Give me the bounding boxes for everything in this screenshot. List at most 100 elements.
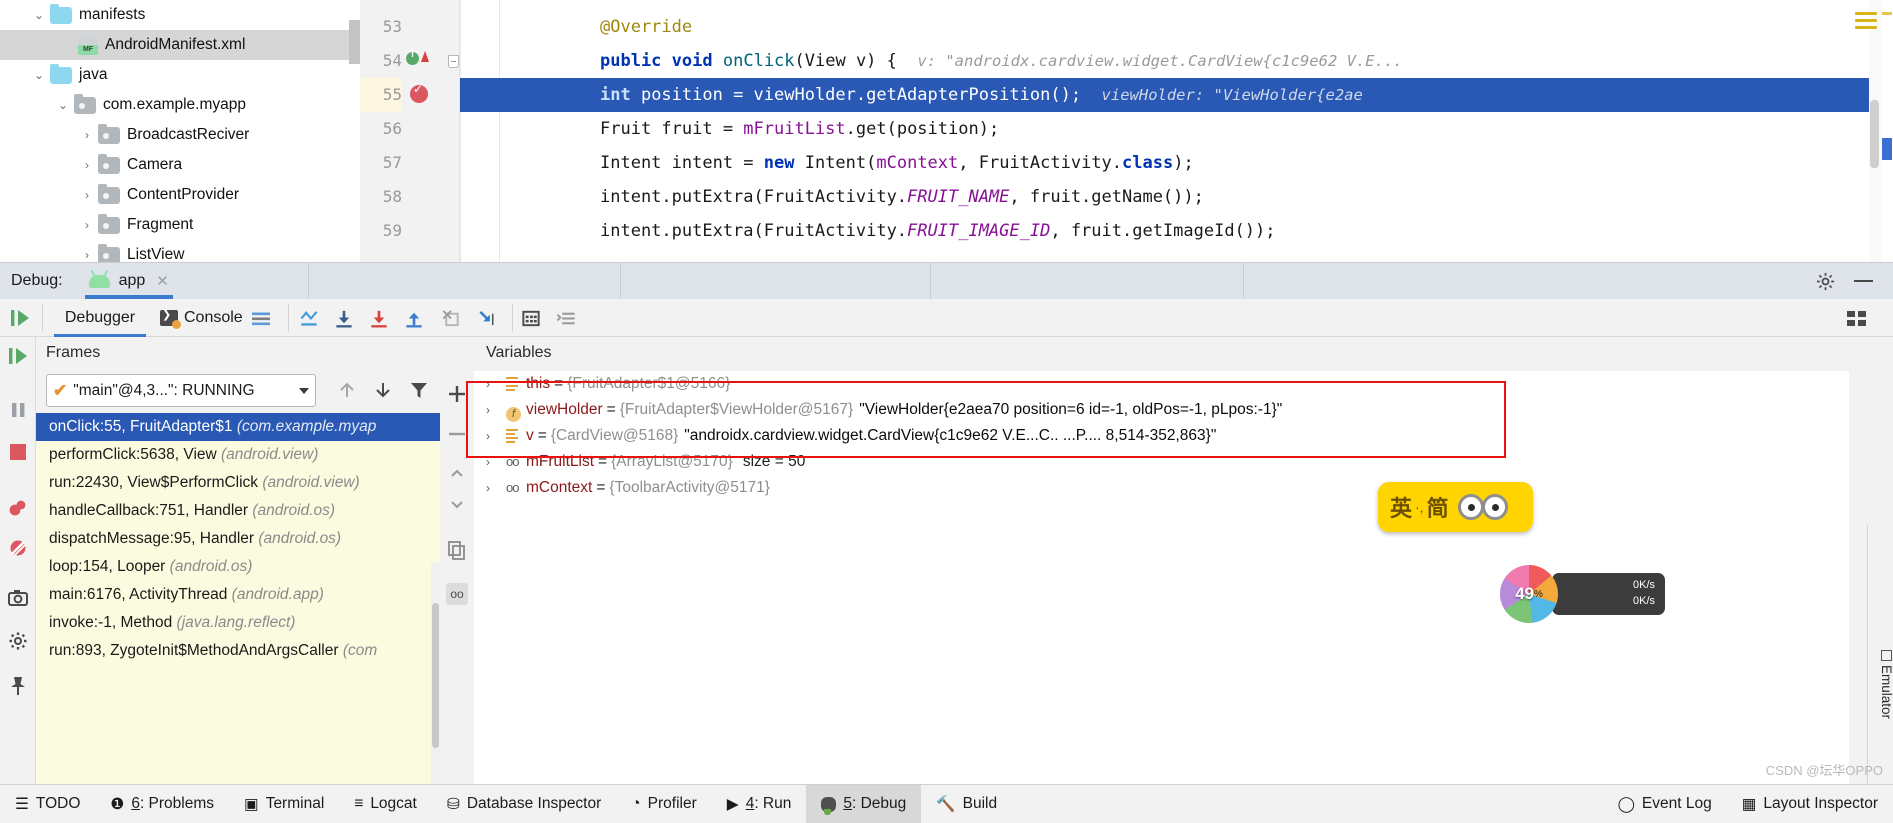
drop-frame-icon[interactable] [440, 308, 462, 329]
chevron-right-icon[interactable]: › [486, 449, 506, 475]
status-item-database-inspector[interactable]: ⛁ Database Inspector [432, 785, 616, 823]
project-tree[interactable]: ⌄ manifests AndroidManifest.xml ⌄ java ⌄… [0, 0, 360, 262]
code-line[interactable]: 58 intent.putExtra(FruitActivity.FRUIT_N… [360, 180, 1893, 214]
status-item-logcat[interactable]: ≡ Logcat [339, 785, 432, 823]
frame-row[interactable]: run:893, ZygoteInit$MethodAndArgsCaller … [36, 637, 440, 665]
status-item-debug[interactable]: 5 : Debug [806, 784, 922, 823]
pause-program-icon[interactable] [7, 399, 29, 421]
status-item-event-log[interactable]: ◯ Event Log [1603, 785, 1727, 823]
debug-session-tab-app[interactable]: app ✕ [84, 263, 173, 299]
code-line[interactable]: 57 Intent intent = new Intent(mContext, … [360, 146, 1893, 180]
code-editor[interactable]: 53 @Override 54 public void onClick(View… [360, 0, 1893, 262]
run-to-cursor-icon[interactable] [476, 308, 498, 329]
tree-item-broadcastreciver[interactable]: › BroadcastReciver [0, 120, 360, 150]
frame-row[interactable]: invoke:-1, Method (java.lang.reflect) [36, 609, 440, 637]
layout-settings-icon[interactable] [250, 308, 272, 329]
show-execution-point-icon[interactable] [298, 308, 320, 329]
execution-marker[interactable] [1882, 138, 1892, 160]
chevron-down-icon[interactable] [299, 387, 309, 394]
method-override-icon[interactable] [406, 49, 429, 69]
settings-icon[interactable] [7, 631, 29, 653]
up-icon[interactable] [446, 463, 468, 485]
tool-button-emulator[interactable]: Emulator [1868, 650, 1893, 719]
add-watch-icon[interactable] [446, 383, 468, 405]
tree-item-manifests[interactable]: ⌄ manifests [0, 0, 360, 30]
resume-program-icon[interactable] [7, 345, 29, 367]
code-line[interactable]: 53 @Override [360, 10, 1893, 44]
minimize-icon[interactable] [1854, 280, 1873, 282]
tab-debugger[interactable]: Debugger [54, 299, 146, 337]
chevron-right-icon[interactable]: › [486, 371, 506, 397]
status-item-run[interactable]: ▶ 4 : Run [712, 785, 807, 823]
frame-row[interactable]: handleCallback:751, Handler (android.os) [36, 497, 440, 525]
editor-scrollbar[interactable] [1869, 0, 1881, 262]
variable-row[interactable]: › v = {CardView@5168} "androidx.cardview… [474, 423, 1849, 449]
code-line[interactable]: 54 public void onClick(View v) { v: "and… [360, 44, 1893, 78]
frame-row[interactable]: performClick:5638, View (android.view) [36, 441, 440, 469]
inspection-menu-icon[interactable] [1855, 12, 1877, 33]
status-item-build[interactable]: 🔨 Build [921, 785, 1012, 823]
status-item-todo[interactable]: ☰ TODO [0, 785, 95, 823]
network-speed-widget[interactable]: 0K/s 0K/s 49% [1500, 565, 1665, 623]
inspect-icon[interactable]: oo [446, 583, 468, 605]
chevron-right-icon[interactable]: › [76, 248, 98, 262]
frame-down-icon[interactable] [370, 377, 396, 403]
filter-icon[interactable] [406, 377, 432, 403]
chevron-down-icon[interactable]: ⌄ [52, 98, 74, 112]
tree-item-package-root[interactable]: ⌄ com.example.myapp [0, 90, 360, 120]
status-item-terminal[interactable]: ▣ Terminal [229, 785, 339, 823]
editor-marker-strip[interactable] [1881, 0, 1893, 262]
frame-row[interactable]: dispatchMessage:95, Handler (android.os) [36, 525, 440, 553]
variable-row[interactable]: › f viewHolder = {FruitAdapter$ViewHolde… [474, 397, 1849, 423]
tree-item-listview[interactable]: › ListView [0, 240, 360, 262]
chevron-right-icon[interactable]: › [76, 218, 98, 232]
view-breakpoints-icon[interactable] [7, 497, 29, 519]
thread-selector[interactable]: ✔ "main"@4,3...": RUNNING [46, 374, 316, 407]
frame-up-icon[interactable] [334, 377, 360, 403]
frames-scrollbar[interactable] [431, 563, 440, 785]
watches-icon[interactable] [556, 308, 578, 329]
chevron-down-icon[interactable]: ⌄ [28, 8, 50, 22]
evaluate-expression-icon[interactable] [520, 308, 542, 329]
variable-row[interactable]: › this = {FruitAdapter$1@5166} [474, 371, 1849, 397]
tree-item-androidmanifest[interactable]: AndroidManifest.xml [0, 30, 360, 60]
frames-list[interactable]: onClick:55, FruitAdapter$1 (com.example.… [36, 413, 440, 785]
step-into-icon[interactable] [368, 308, 390, 329]
variable-row[interactable]: › oo mFruitList = {ArrayList@5170} size … [474, 449, 1849, 475]
tree-item-fragment[interactable]: › Fragment [0, 210, 360, 240]
gear-icon[interactable] [1816, 272, 1835, 291]
variable-row[interactable]: › oo mContext = {ToolbarActivity@5171} [474, 475, 1849, 501]
status-item-profiler[interactable]: ◔ Profiler [616, 785, 711, 823]
mute-breakpoints-icon[interactable] [7, 537, 29, 559]
status-item-problems[interactable]: ❶ 6 : Problems [95, 785, 229, 823]
screenshot-icon[interactable] [7, 587, 29, 609]
chevron-right-icon[interactable]: › [76, 188, 98, 202]
down-icon[interactable] [446, 493, 468, 515]
step-out-icon[interactable] [403, 308, 425, 329]
restore-layout-icon[interactable] [1845, 308, 1869, 329]
frame-row[interactable]: onClick:55, FruitAdapter$1 (com.example.… [36, 413, 440, 441]
warning-marker[interactable] [1882, 12, 1892, 15]
code-line[interactable]: 56 Fruit fruit = mFruitList.get(position… [360, 112, 1893, 146]
code-fold-marker[interactable] [448, 55, 459, 68]
code-line-current[interactable]: 55 int position = viewHolder.getAdapterP… [360, 78, 1893, 112]
resume-program-icon[interactable] [10, 308, 32, 328]
tab-console[interactable]: Console [160, 299, 243, 337]
chevron-right-icon[interactable]: › [76, 158, 98, 172]
stop-icon[interactable] [7, 441, 29, 463]
frame-row[interactable]: run:22430, View$PerformClick (android.vi… [36, 469, 440, 497]
remove-watch-icon[interactable] [446, 423, 468, 445]
tree-item-contentprovider[interactable]: › ContentProvider [0, 180, 360, 210]
close-icon[interactable]: ✕ [156, 272, 169, 290]
code-line[interactable]: 59 intent.putExtra(FruitActivity.FRUIT_I… [360, 214, 1893, 248]
pin-icon[interactable] [7, 675, 29, 697]
copy-icon[interactable] [446, 539, 468, 561]
frame-row[interactable]: main:6176, ActivityThread (android.app) [36, 581, 440, 609]
chevron-right-icon[interactable]: › [76, 128, 98, 142]
chevron-down-icon[interactable]: ⌄ [28, 68, 50, 82]
ime-status-badge[interactable]: 英 ·, 简 [1378, 482, 1533, 532]
tree-item-camera[interactable]: › Camera [0, 150, 360, 180]
tree-item-java[interactable]: ⌄ java [0, 60, 360, 90]
chevron-right-icon[interactable]: › [486, 475, 506, 501]
breakpoint-verified-icon[interactable] [410, 82, 428, 107]
